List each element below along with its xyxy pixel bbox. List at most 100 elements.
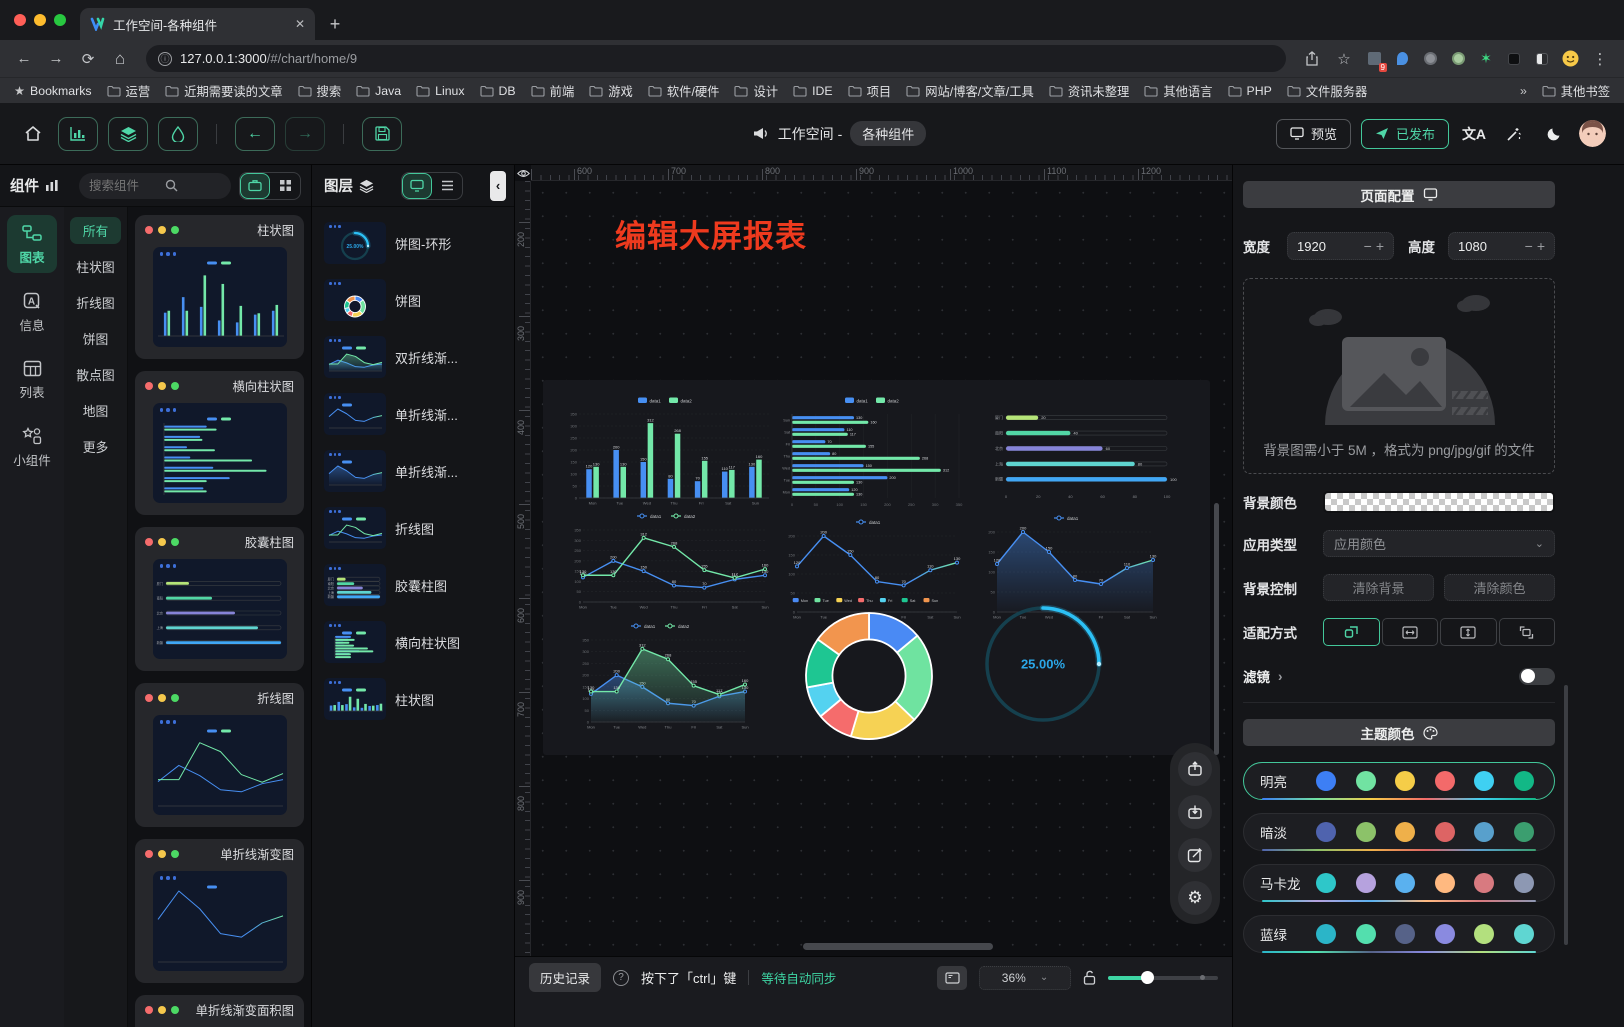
- ruler-eye-icon[interactable]: [517, 167, 530, 180]
- height-input[interactable]: 1080 − +: [1448, 232, 1555, 260]
- theme-color-dot[interactable]: [1316, 771, 1336, 791]
- extension-pin-icon[interactable]: [1392, 49, 1412, 69]
- extension-dot-icon[interactable]: [1448, 49, 1468, 69]
- chart-gradient-area[interactable]: data1data2050100150200250300350120200150…: [573, 620, 753, 734]
- theme-color-dot[interactable]: [1356, 924, 1376, 944]
- category-更多[interactable]: 更多: [70, 433, 121, 460]
- zoom-select[interactable]: 36% ⌄: [979, 966, 1071, 990]
- extension-star-icon[interactable]: ✶: [1476, 49, 1496, 69]
- canvas-horizontal-scrollbar[interactable]: [803, 943, 993, 950]
- theme-color-dot[interactable]: [1474, 873, 1494, 893]
- filter-toggle[interactable]: [1519, 668, 1555, 685]
- category-折线图[interactable]: 折线图: [70, 289, 121, 316]
- bookmark-folder[interactable]: 前端: [531, 82, 575, 100]
- bookmark-folder[interactable]: 游戏: [589, 82, 633, 100]
- theme-color-dot[interactable]: [1316, 873, 1336, 893]
- chart-bar[interactable]: data1data2050100150200250300350120130Mon…: [561, 394, 775, 510]
- bookmark-folder[interactable]: IDE: [793, 82, 833, 100]
- decrement-icon[interactable]: −: [1364, 238, 1372, 254]
- preview-button[interactable]: 预览: [1276, 119, 1351, 149]
- lock-open-icon[interactable]: [1083, 970, 1096, 985]
- new-tab-button[interactable]: +: [321, 10, 349, 38]
- canvas-vertical-scrollbar[interactable]: [1214, 503, 1219, 755]
- canvas-board[interactable]: data1data2050100150200250300350120130Mon…: [543, 380, 1210, 755]
- increment-icon[interactable]: +: [1376, 238, 1384, 254]
- background-upload-area[interactable]: 背景图需小于 5M ，格式为 png/jpg/gif 的文件: [1243, 278, 1555, 474]
- workspace-name-badge[interactable]: 各种组件: [850, 121, 926, 146]
- settings-button[interactable]: ⚙: [1178, 881, 1212, 915]
- decrement-icon[interactable]: −: [1525, 238, 1533, 254]
- bookmark-folder[interactable]: 网站/博客/文章/工具: [906, 82, 1034, 100]
- theme-color-dot[interactable]: [1474, 822, 1494, 842]
- forward-icon[interactable]: →: [42, 45, 70, 73]
- import-button[interactable]: [1178, 795, 1212, 829]
- history-button[interactable]: 历史记录: [529, 963, 601, 992]
- category-所有[interactable]: 所有: [70, 217, 121, 244]
- layer-item[interactable]: 单折线渐...: [320, 447, 506, 495]
- theme-color-dot[interactable]: [1435, 822, 1455, 842]
- theme-color-dot[interactable]: [1514, 771, 1534, 791]
- tab-close-icon[interactable]: ✕: [295, 17, 305, 31]
- close-window-button[interactable]: [14, 14, 26, 26]
- bookmark-folder[interactable]: Linux: [416, 82, 464, 100]
- theme-color-dot[interactable]: [1435, 771, 1455, 791]
- maximize-window-button[interactable]: [54, 14, 66, 26]
- browser-tab[interactable]: 工作空间-各种组件 ✕: [80, 8, 315, 40]
- search-input[interactable]: [89, 179, 159, 193]
- chart-line[interactable]: data1data2050100150200250300350120200150…: [565, 510, 773, 614]
- component-card[interactable]: 胶囊柱图厦门南阳北京上海新疆: [135, 527, 304, 671]
- minimap-button[interactable]: [937, 966, 967, 990]
- theme-color-dot[interactable]: [1514, 873, 1534, 893]
- theme-color-dot[interactable]: [1356, 873, 1376, 893]
- theme-color-dot[interactable]: [1316, 822, 1336, 842]
- theme-color-dot[interactable]: [1474, 924, 1494, 944]
- layer-item[interactable]: 25.00%饼图-环形: [320, 219, 506, 267]
- app-home-icon[interactable]: [18, 125, 48, 142]
- bookmark-folder[interactable]: PHP: [1228, 82, 1272, 100]
- theme-color-dot[interactable]: [1395, 924, 1415, 944]
- width-input[interactable]: 1920 − +: [1287, 232, 1394, 260]
- url-bar[interactable]: ⓘ 127.0.0.1:3000/#/chart/home/9: [146, 45, 1286, 72]
- magic-wand-icon[interactable]: [1499, 126, 1529, 142]
- theme-row-明亮[interactable]: 明亮: [1243, 762, 1555, 800]
- bookmarks-overflow-icon[interactable]: »: [1520, 84, 1527, 98]
- component-card[interactable]: 横向柱状图: [135, 371, 304, 515]
- bookmark-folder[interactable]: 近期需要读的文章: [165, 82, 282, 100]
- layer-item[interactable]: 折线图: [320, 504, 506, 552]
- browser-menu-icon[interactable]: ⋮: [1586, 45, 1614, 73]
- chevron-right-icon[interactable]: ›: [1278, 669, 1283, 684]
- clear-color-button[interactable]: 清除颜色: [1444, 574, 1555, 601]
- theme-color-dot[interactable]: [1316, 924, 1336, 944]
- bookmark-folder[interactable]: 项目: [848, 82, 892, 100]
- chart-capsule[interactable]: 20厦门40南阳60北京80上海100新疆020406080100: [979, 398, 1189, 502]
- theme-color-dot[interactable]: [1514, 924, 1534, 944]
- category-地图[interactable]: 地图: [70, 397, 121, 424]
- other-bookmarks[interactable]: 其他书签: [1542, 82, 1610, 100]
- collapse-panel-button[interactable]: ‹: [490, 171, 506, 201]
- layer-item[interactable]: 横向柱状图: [320, 618, 506, 666]
- component-card[interactable]: 单折线渐变面积图: [135, 995, 304, 1027]
- save-button[interactable]: [362, 117, 402, 151]
- reload-icon[interactable]: ⟳: [74, 45, 102, 73]
- extension-contrast-icon[interactable]: [1532, 49, 1552, 69]
- redo-button[interactable]: →: [285, 117, 325, 151]
- theme-color-dot[interactable]: [1435, 873, 1455, 893]
- sidebar-item-小组件[interactable]: 小组件: [7, 418, 57, 476]
- chart-horizontal-bar[interactable]: data1data2050100150200250300350120130Mon…: [775, 394, 975, 510]
- extension-circle-icon[interactable]: [1420, 49, 1440, 69]
- fit-auto-button[interactable]: [1323, 618, 1380, 646]
- grid-view-button[interactable]: [270, 173, 300, 199]
- undo-button[interactable]: ←: [235, 117, 275, 151]
- component-card[interactable]: 单折线渐变图: [135, 839, 304, 983]
- component-card[interactable]: 柱状图: [135, 215, 304, 359]
- component-card[interactable]: 折线图: [135, 683, 304, 827]
- category-饼图[interactable]: 饼图: [70, 325, 121, 352]
- publish-button[interactable]: 已发布: [1361, 119, 1449, 149]
- single-view-button[interactable]: [240, 173, 270, 199]
- clear-background-button[interactable]: 清除背景: [1323, 574, 1434, 601]
- dark-mode-moon-icon[interactable]: [1539, 126, 1569, 142]
- layer-item[interactable]: 单折线渐...: [320, 390, 506, 438]
- category-柱状图[interactable]: 柱状图: [70, 253, 121, 280]
- theme-row-蓝绿[interactable]: 蓝绿: [1243, 915, 1555, 953]
- help-icon[interactable]: ?: [613, 970, 629, 986]
